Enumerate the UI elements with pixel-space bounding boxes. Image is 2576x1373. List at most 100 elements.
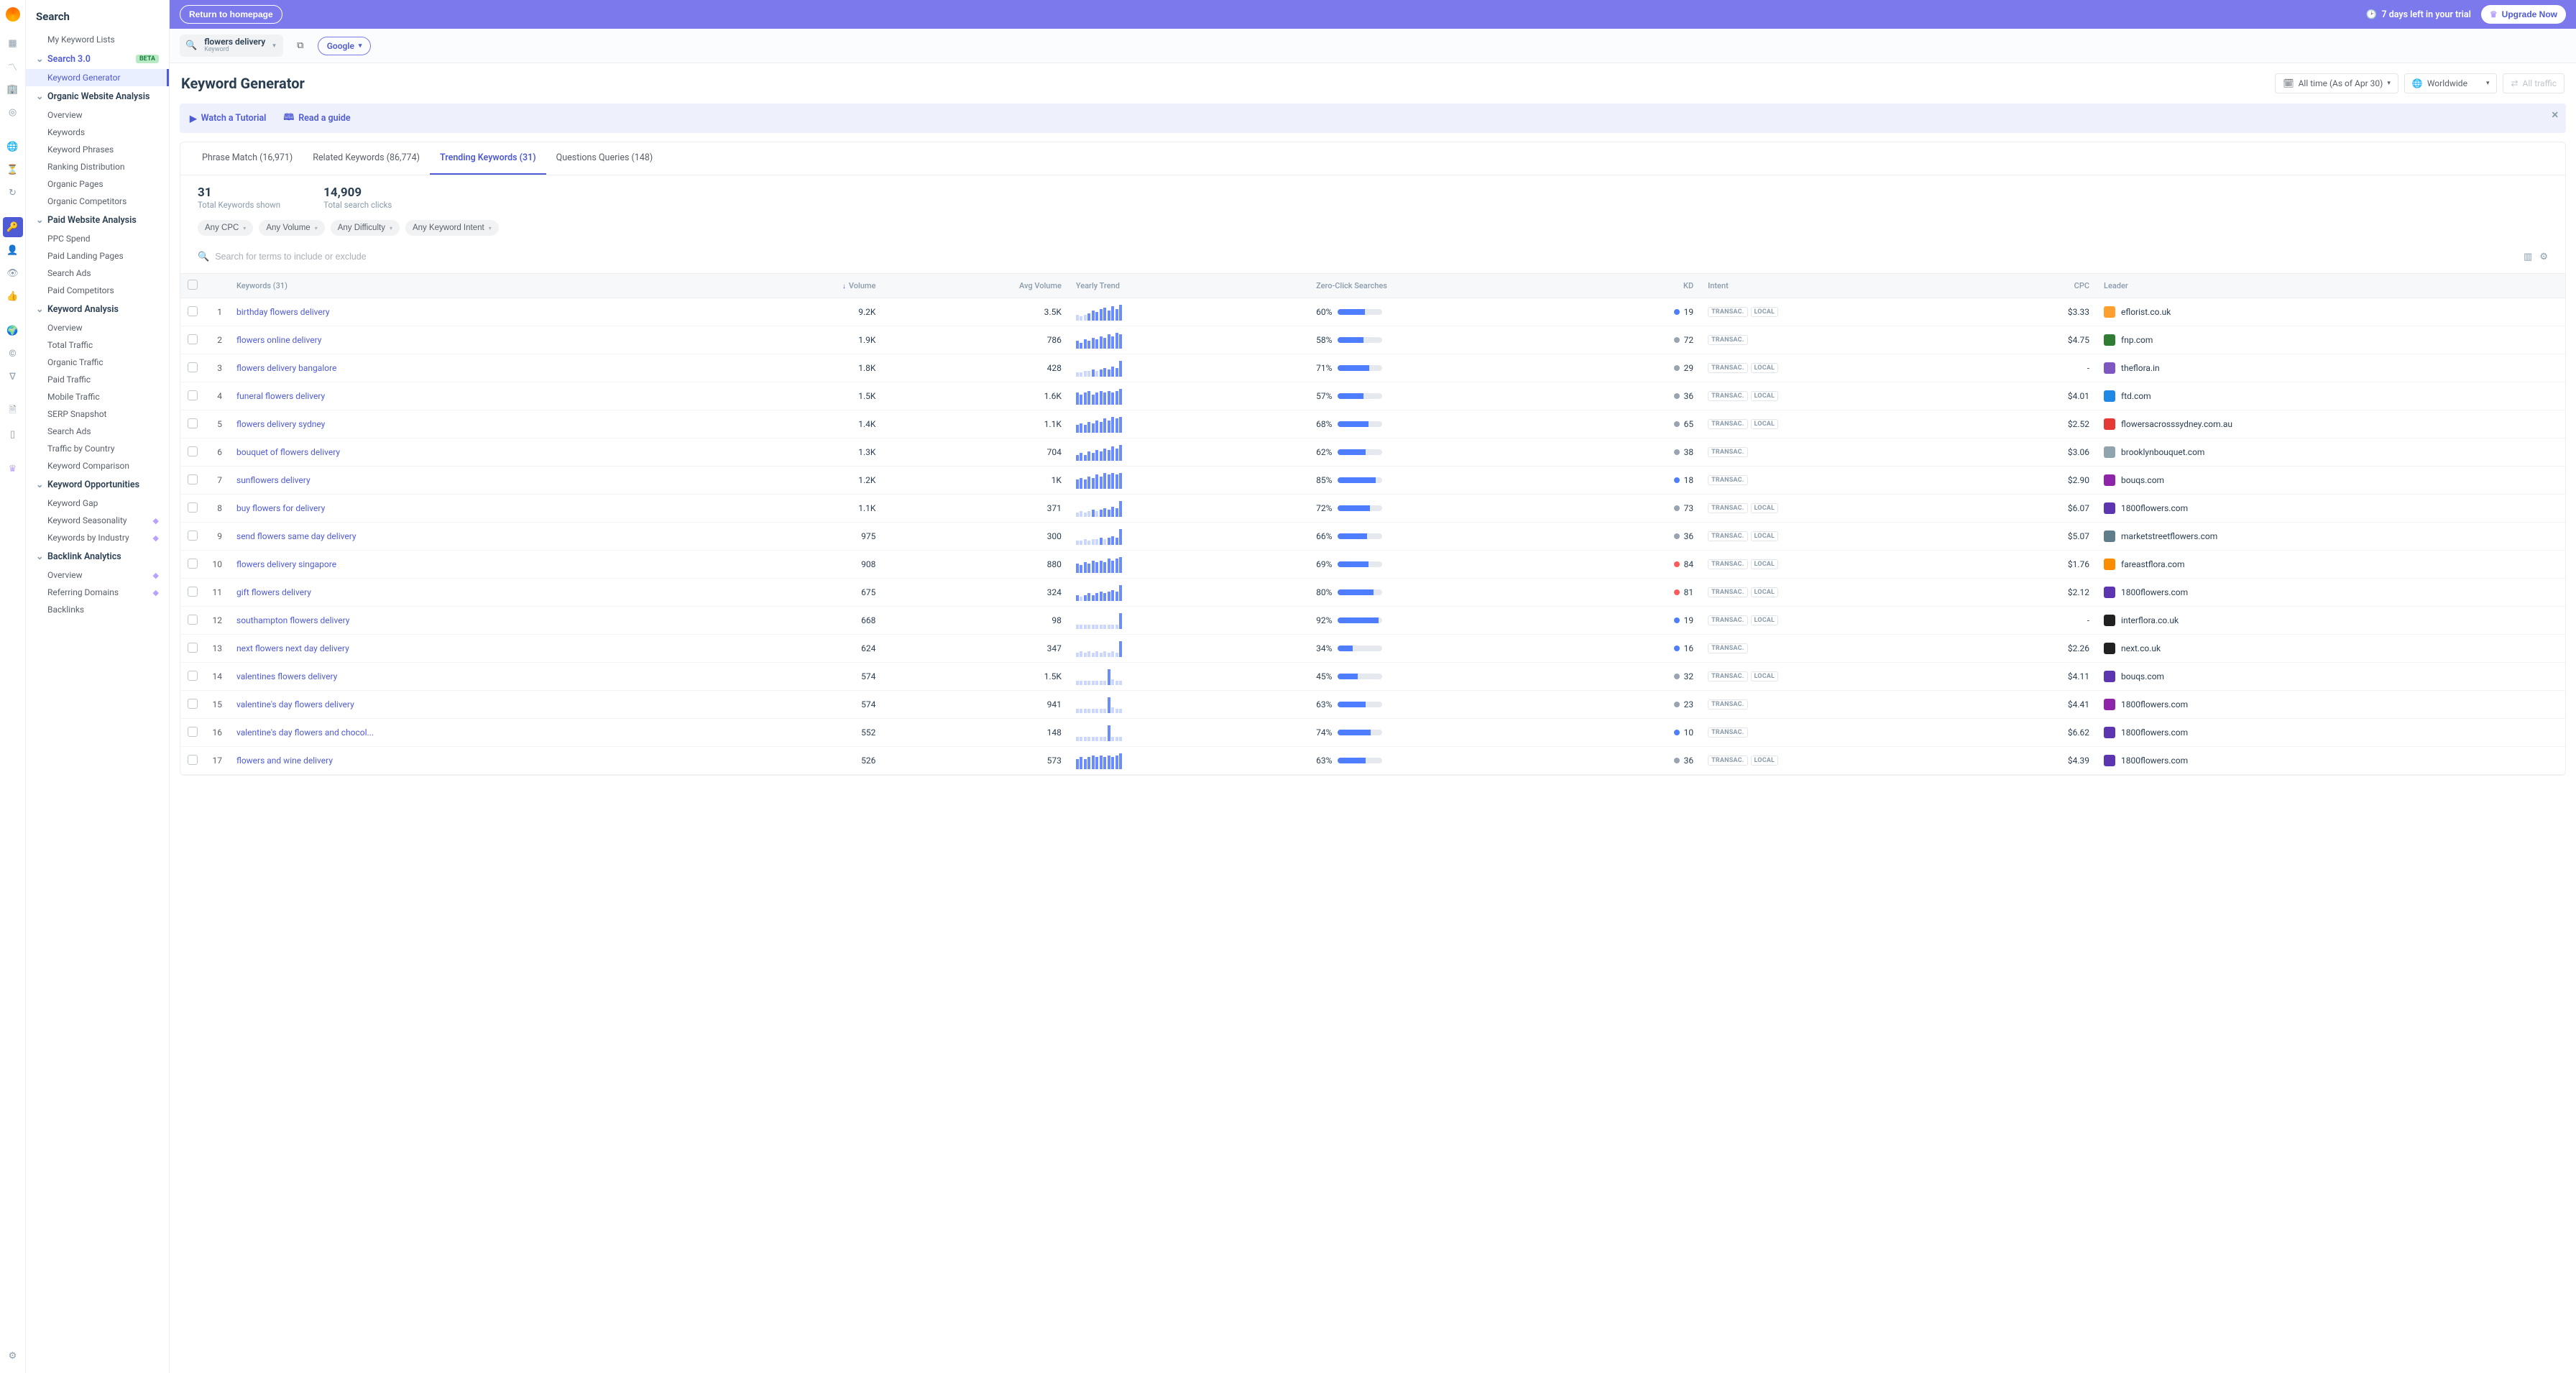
sidebar-item[interactable]: Keywords by Industry◆ bbox=[26, 529, 169, 546]
sidebar-item[interactable]: Organic Traffic bbox=[26, 354, 169, 371]
leader-cell[interactable]: 1800flowers.com bbox=[2104, 727, 2558, 738]
col-avg-volume[interactable]: Avg Volume bbox=[883, 274, 1068, 298]
nav-globe-icon[interactable]: 🌐 bbox=[3, 137, 23, 157]
leader-cell[interactable]: flowersacrosssydney.com.au bbox=[2104, 418, 2558, 430]
keyword-link[interactable]: sunflowers delivery bbox=[236, 475, 310, 485]
col-cpc[interactable]: CPC bbox=[1979, 274, 2097, 298]
row-checkbox[interactable] bbox=[188, 362, 198, 372]
leader-cell[interactable]: interflora.co.uk bbox=[2104, 615, 2558, 626]
tab[interactable]: Phrase Match (16,971) bbox=[192, 142, 303, 175]
sidebar-item[interactable]: Search Ads bbox=[26, 265, 169, 282]
row-checkbox[interactable] bbox=[188, 390, 198, 400]
row-checkbox[interactable] bbox=[188, 671, 198, 681]
keyword-link[interactable]: valentines flowers delivery bbox=[236, 671, 337, 681]
sidebar-item[interactable]: Keywords bbox=[26, 124, 169, 141]
nav-keyword-icon[interactable]: 🔑 bbox=[3, 217, 23, 237]
sidebar-item[interactable]: PPC Spend bbox=[26, 230, 169, 247]
row-checkbox[interactable] bbox=[188, 727, 198, 737]
keyword-link[interactable]: flowers delivery singapore bbox=[236, 559, 336, 569]
sidebar-keyword-generator[interactable]: Keyword Generator bbox=[26, 69, 169, 86]
col-intent[interactable]: Intent bbox=[1701, 274, 1979, 298]
col-keywords[interactable]: Keywords (31) bbox=[229, 274, 726, 298]
date-range-select[interactable]: 🗓All time (As of Apr 30)▾ bbox=[2275, 73, 2398, 93]
leader-cell[interactable]: bouqs.com bbox=[2104, 671, 2558, 682]
sidebar-item[interactable]: Organic Competitors bbox=[26, 193, 169, 210]
table-settings-icon[interactable]: ⚙ bbox=[2539, 252, 2548, 262]
nav-like-icon[interactable]: 👍 bbox=[3, 286, 23, 306]
nav-crown-icon[interactable]: ♛ bbox=[3, 459, 23, 479]
row-checkbox[interactable] bbox=[188, 531, 198, 541]
nav-eye-icon[interactable]: 👁 bbox=[3, 263, 23, 283]
nav-mobile-icon[interactable]: ▯ bbox=[3, 424, 23, 444]
nav-trend-icon[interactable]: 〽 bbox=[3, 56, 23, 76]
search-engine-select[interactable]: Google▾ bbox=[318, 37, 372, 55]
sidebar-search30[interactable]: ⌄ Search 3.0 BETA bbox=[26, 49, 169, 69]
close-icon[interactable]: ✕ bbox=[2552, 109, 2559, 121]
leader-cell[interactable]: 1800flowers.com bbox=[2104, 755, 2558, 766]
nav-people-icon[interactable]: 👤 bbox=[3, 240, 23, 260]
row-checkbox[interactable] bbox=[188, 755, 198, 765]
row-checkbox[interactable] bbox=[188, 418, 198, 428]
sidebar-item[interactable]: Mobile Traffic bbox=[26, 388, 169, 405]
nav-doc-icon[interactable]: 🗎 bbox=[3, 401, 23, 421]
keyword-link[interactable]: flowers online delivery bbox=[236, 335, 321, 345]
sidebar-item[interactable]: Keyword Gap bbox=[26, 495, 169, 512]
row-checkbox[interactable] bbox=[188, 699, 198, 709]
sidebar-item[interactable]: Keyword Phrases bbox=[26, 141, 169, 158]
nav-history-icon[interactable]: ↻ bbox=[3, 183, 23, 203]
filter-pill[interactable]: Any Keyword Intent▾ bbox=[405, 220, 499, 236]
sidebar-item[interactable]: Organic Pages bbox=[26, 175, 169, 193]
tab[interactable]: Related Keywords (86,774) bbox=[303, 142, 430, 175]
sidebar-item[interactable]: Total Traffic bbox=[26, 336, 169, 354]
sidebar-item[interactable]: Overview bbox=[26, 319, 169, 336]
sidebar-group-header[interactable]: ⌄Backlink Analytics bbox=[26, 546, 169, 566]
keyword-link[interactable]: funeral flowers delivery bbox=[236, 391, 325, 401]
leader-cell[interactable]: 1800flowers.com bbox=[2104, 587, 2558, 598]
row-checkbox[interactable] bbox=[188, 474, 198, 485]
filter-pill[interactable]: Any Volume▾ bbox=[259, 220, 324, 236]
keyword-link[interactable]: buy flowers for delivery bbox=[236, 503, 325, 513]
keyword-link[interactable]: birthday flowers delivery bbox=[236, 307, 330, 317]
columns-icon[interactable]: ▥ bbox=[2524, 252, 2532, 262]
sidebar-item[interactable]: SERP Snapshot bbox=[26, 405, 169, 423]
sidebar-group-header[interactable]: ⌄Organic Website Analysis bbox=[26, 86, 169, 106]
keyword-link[interactable]: flowers and wine delivery bbox=[236, 756, 333, 766]
keyword-link[interactable]: valentine's day flowers delivery bbox=[236, 699, 354, 710]
leader-cell[interactable]: 1800flowers.com bbox=[2104, 699, 2558, 710]
sidebar-item[interactable]: Overview◆ bbox=[26, 566, 169, 584]
upgrade-button[interactable]: ♛ Upgrade Now bbox=[2481, 5, 2566, 24]
col-trend[interactable]: Yearly Trend bbox=[1069, 274, 1309, 298]
col-zero-click[interactable]: Zero-Click Searches bbox=[1309, 274, 1588, 298]
sidebar-item[interactable]: Paid Competitors bbox=[26, 282, 169, 299]
sidebar-my-lists[interactable]: My Keyword Lists bbox=[26, 30, 169, 49]
keyword-link[interactable]: bouquet of flowers delivery bbox=[236, 447, 340, 457]
settings-icon[interactable]: ⚙ bbox=[3, 1346, 23, 1366]
row-checkbox[interactable] bbox=[188, 446, 198, 456]
row-checkbox[interactable] bbox=[188, 334, 198, 344]
nav-building-icon[interactable]: 🏢 bbox=[3, 79, 23, 99]
leader-cell[interactable]: theflora.in bbox=[2104, 362, 2558, 374]
sidebar-group-header[interactable]: ⌄Paid Website Analysis bbox=[26, 210, 169, 230]
geo-select[interactable]: 🌐Worldwide▾ bbox=[2404, 73, 2498, 93]
table-search-input[interactable] bbox=[215, 247, 2518, 266]
select-all-checkbox[interactable] bbox=[188, 280, 198, 290]
filter-pill[interactable]: Any CPC▾ bbox=[198, 220, 253, 236]
leader-cell[interactable]: bouqs.com bbox=[2104, 474, 2558, 486]
compare-icon[interactable]: ⧉ bbox=[290, 36, 310, 56]
sidebar-item[interactable]: Keyword Comparison bbox=[26, 457, 169, 474]
sidebar-item[interactable]: Overview bbox=[26, 106, 169, 124]
keyword-link[interactable]: southampton flowers delivery bbox=[236, 615, 349, 625]
filter-pill[interactable]: Any Difficulty▾ bbox=[331, 220, 400, 236]
traffic-select[interactable]: ⇄All traffic bbox=[2503, 73, 2564, 93]
sidebar-item[interactable]: Keyword Seasonality◆ bbox=[26, 512, 169, 529]
row-checkbox[interactable] bbox=[188, 643, 198, 653]
leader-cell[interactable]: eflorist.co.uk bbox=[2104, 306, 2558, 318]
nav-coin-icon[interactable]: © bbox=[3, 344, 23, 364]
return-home-button[interactable]: Return to homepage bbox=[180, 5, 282, 24]
sidebar-group-header[interactable]: ⌄Keyword Opportunities bbox=[26, 474, 169, 495]
keyword-link[interactable]: next flowers next day delivery bbox=[236, 643, 349, 653]
tab[interactable]: Questions Queries (148) bbox=[546, 142, 663, 175]
sidebar-item[interactable]: Traffic by Country bbox=[26, 440, 169, 457]
leader-cell[interactable]: ftd.com bbox=[2104, 390, 2558, 402]
sidebar-item[interactable]: Paid Landing Pages bbox=[26, 247, 169, 265]
